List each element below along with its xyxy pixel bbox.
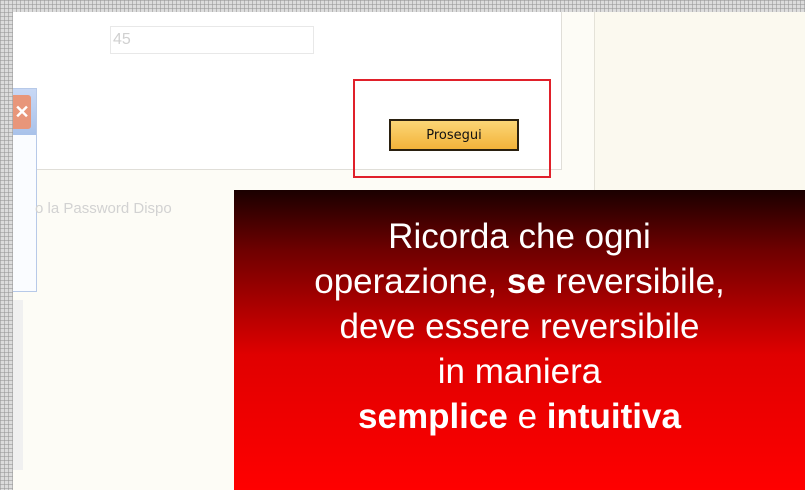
- callout-text: operazione,: [314, 262, 507, 301]
- popup-window: ✕: [13, 88, 37, 292]
- callout-box: Ricorda che ogni operazione, se reversib…: [234, 190, 805, 490]
- faded-password-text: o la Password Dispo: [35, 200, 172, 217]
- callout-emphasis: semplice: [358, 397, 508, 436]
- callout-line-3: deve essere reversibile: [339, 307, 700, 346]
- form-panel: Prosegui: [13, 12, 562, 178]
- popup-titlebar: ✕: [13, 89, 36, 135]
- callout-emphasis: intuitiva: [546, 397, 681, 436]
- callout-line-2: operazione, se reversibile,: [234, 259, 805, 304]
- left-edge-shadow: [13, 300, 23, 470]
- callout-line-5: semplice e intuitiva: [234, 394, 805, 439]
- callout-emphasis: se: [506, 262, 546, 301]
- continue-button[interactable]: Prosegui: [389, 119, 519, 151]
- close-icon[interactable]: ✕: [13, 95, 31, 129]
- callout-text: reversibile,: [545, 262, 725, 301]
- callout-line-4: in maniera: [437, 352, 602, 391]
- callout-line-1: Ricorda che ogni: [388, 217, 651, 256]
- numeric-input[interactable]: [110, 26, 314, 54]
- continue-button-label: Prosegui: [426, 127, 482, 143]
- callout-text: e: [507, 397, 547, 436]
